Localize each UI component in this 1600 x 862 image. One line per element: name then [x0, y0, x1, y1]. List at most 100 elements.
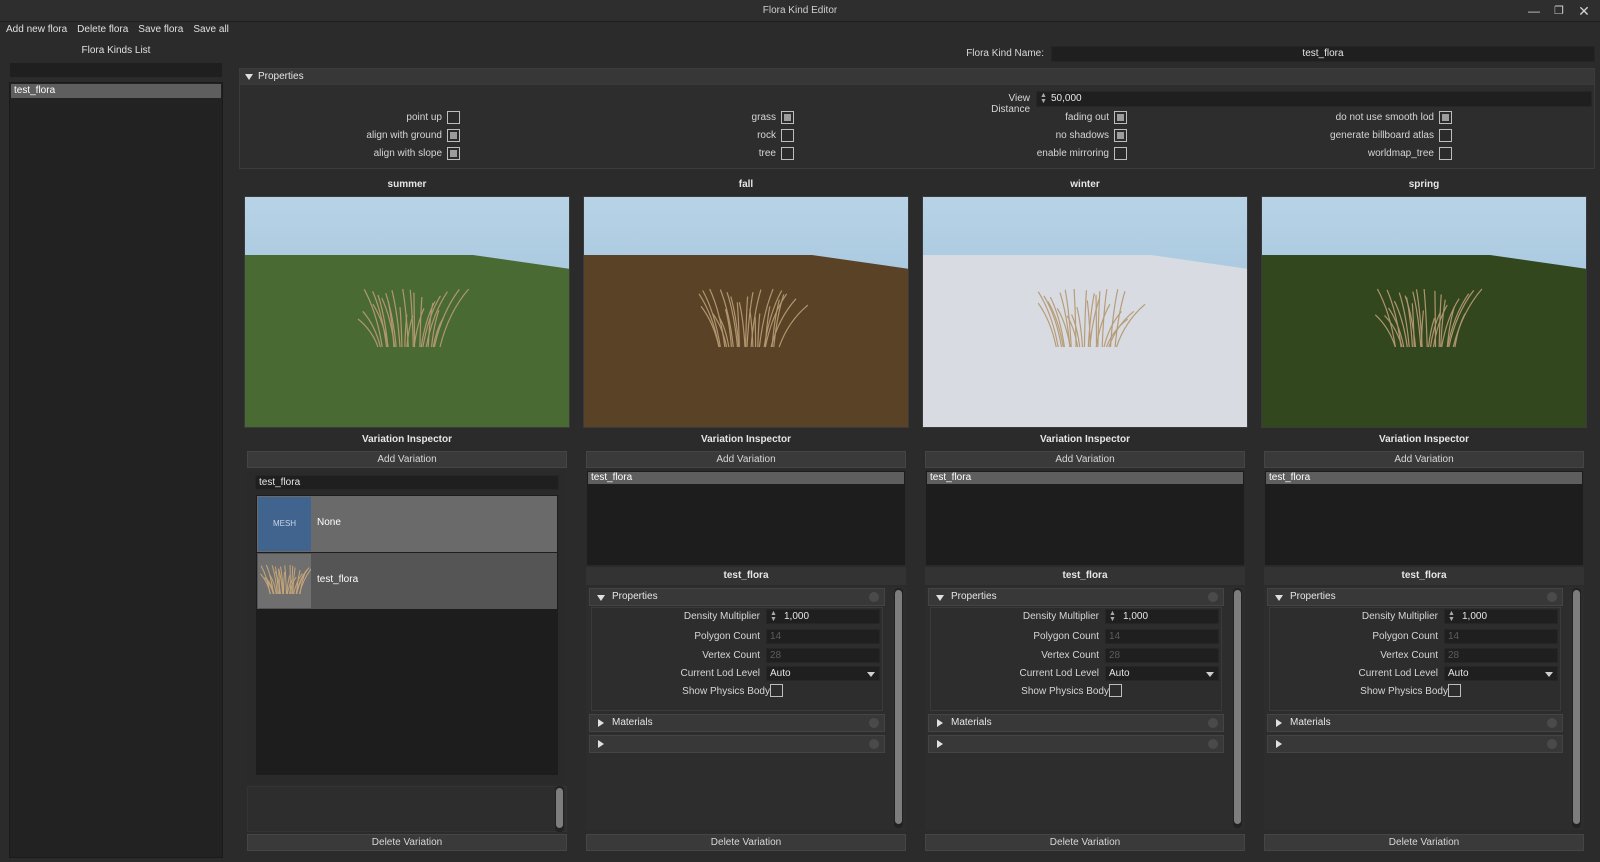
flag-checkbox[interactable] [447, 147, 460, 160]
minimize-icon[interactable]: — [1524, 2, 1544, 20]
flora-kinds-search-input[interactable] [9, 62, 223, 78]
prop-density-field[interactable]: ▲ ▼ 1,000 [766, 609, 880, 624]
materials-section-header[interactable]: Materials [589, 714, 885, 732]
prop-density-field[interactable]: ▲ ▼ 1,000 [1444, 609, 1558, 624]
season-title: spring [1408, 179, 1440, 190]
prop-label: Current Lod Level [680, 668, 761, 679]
flag-worldmap-tree[interactable]: worldmap_tree [1272, 147, 1452, 161]
prop-label: Vertex Count [702, 650, 760, 661]
prop-density-field[interactable]: ▲ ▼ 1,000 [1105, 609, 1219, 624]
prop-row-density: Density Multiplier ▲ ▼ 1,000 [931, 609, 1219, 624]
collapsed-section-header[interactable] [928, 735, 1224, 753]
flora-kind-item[interactable]: test_flora [11, 84, 221, 98]
add-variation-button[interactable]: Add Variation [1264, 451, 1584, 468]
scrollbar[interactable] [894, 588, 903, 828]
lod-level-select[interactable]: Auto [766, 666, 880, 681]
mesh-item[interactable]: MESH None [257, 496, 557, 552]
flag-checkbox[interactable] [1439, 147, 1452, 160]
variation-item[interactable]: test_flora [927, 472, 1243, 484]
flag-enable-mirroring[interactable]: enable mirroring [947, 147, 1127, 161]
flag-label: point up [406, 112, 442, 123]
variation-item[interactable]: test_flora [1266, 472, 1582, 484]
prop-row-vertex: Vertex Count 28 [1270, 648, 1558, 663]
variation-item[interactable]: test_flora [588, 472, 904, 484]
show-physics-checkbox[interactable] [1448, 684, 1461, 697]
show-physics-checkbox[interactable] [770, 684, 783, 697]
prop-row-vertex: Vertex Count 28 [931, 648, 1219, 663]
flag-align-with-slope[interactable]: align with slope [280, 147, 460, 161]
flag-grass[interactable]: grass [614, 111, 794, 125]
flag-tree[interactable]: tree [614, 147, 794, 161]
season-viewport[interactable] [583, 196, 909, 428]
variation-list: test_flora [1264, 470, 1584, 566]
flag-generate-billboard-atlas[interactable]: generate billboard atlas [1272, 129, 1452, 143]
spin-arrows-icon[interactable]: ▲ ▼ [1040, 92, 1047, 105]
flag-no-shadows[interactable]: no shadows [947, 129, 1127, 143]
flag-checkbox[interactable] [1114, 111, 1127, 124]
save-flora-button[interactable]: Save flora [138, 24, 183, 38]
mesh-item[interactable]: test_flora [257, 553, 557, 609]
save-all-button[interactable]: Save all [193, 24, 229, 38]
flag-checkbox[interactable] [1439, 129, 1452, 142]
properties-body: Density Multiplier ▲ ▼ 1,000 Polygon Count 14… [1269, 607, 1561, 711]
spin-arrows-icon[interactable]: ▲ ▼ [1448, 610, 1455, 623]
flag-align-with-ground[interactable]: align with ground [280, 129, 460, 143]
flag-checkbox[interactable] [1114, 147, 1127, 160]
properties-body: Density Multiplier ▲ ▼ 1,000 Polygon Count 14… [930, 607, 1222, 711]
season-viewport[interactable] [1261, 196, 1587, 428]
flag-checkbox[interactable] [447, 129, 460, 142]
variation-properties-header[interactable]: Properties [589, 588, 885, 606]
maximize-icon[interactable]: ❐ [1549, 2, 1569, 20]
season-title: summer [387, 179, 427, 190]
properties-header[interactable]: Properties [240, 69, 1594, 85]
flag-rock[interactable]: rock [614, 129, 794, 143]
viewport-scene [923, 197, 1247, 427]
kind-properties-panel: Properties View Distance ▲ ▼ 50,000 point… [239, 68, 1595, 169]
prop-value: 14 [770, 631, 782, 642]
flag-checkbox[interactable] [781, 129, 794, 142]
delete-flora-button[interactable]: Delete flora [77, 24, 128, 38]
flag-checkbox[interactable] [781, 147, 794, 160]
close-icon[interactable]: ✕ [1574, 2, 1594, 20]
lod-level-select[interactable]: Auto [1105, 666, 1219, 681]
kind-name-input[interactable]: test_flora [1051, 46, 1595, 62]
scrollbar[interactable] [1572, 588, 1581, 828]
properties-header-label: Properties [1290, 591, 1336, 602]
variation-properties-header[interactable]: Properties [1267, 588, 1563, 606]
flag-fading-out[interactable]: fading out [947, 111, 1127, 125]
show-physics-checkbox[interactable] [1109, 684, 1122, 697]
scrollbar[interactable] [555, 786, 564, 832]
season-viewport[interactable] [922, 196, 1248, 428]
variation-search-input[interactable]: test_flora [255, 475, 559, 490]
properties-header-label: Properties [951, 591, 997, 602]
lod-level-select[interactable]: Auto [1444, 666, 1558, 681]
collapsed-section-header[interactable] [1267, 735, 1563, 753]
flag-checkbox[interactable] [781, 111, 794, 124]
add-variation-button[interactable]: Add Variation [925, 451, 1245, 468]
flag-checkbox[interactable] [447, 111, 460, 124]
flag-do-not-use-smooth-lod[interactable]: do not use smooth lod [1272, 111, 1452, 125]
add-variation-button[interactable]: Add Variation [247, 451, 567, 468]
flag-point-up[interactable]: point up [280, 111, 460, 125]
add-new-flora-button[interactable]: Add new flora [6, 24, 67, 38]
variation-properties-panel: Properties Density Multiplier ▲ ▼ 1,000 Polyg… [1264, 587, 1584, 830]
collapsed-section-header[interactable] [589, 735, 885, 753]
delete-variation-button[interactable]: Delete Variation [1264, 834, 1584, 851]
flag-checkbox[interactable] [1439, 111, 1452, 124]
variation-properties-header[interactable]: Properties [928, 588, 1224, 606]
materials-section-header[interactable]: Materials [928, 714, 1224, 732]
add-variation-button[interactable]: Add Variation [586, 451, 906, 468]
spin-arrows-icon[interactable]: ▲ ▼ [770, 610, 777, 623]
lod-level-value: Auto [770, 668, 791, 679]
spin-arrows-icon[interactable]: ▲ ▼ [1109, 610, 1116, 623]
materials-section-header[interactable]: Materials [1267, 714, 1563, 732]
status-dot-icon [1547, 592, 1557, 602]
flag-checkbox[interactable] [1114, 129, 1127, 142]
scrollbar[interactable] [1233, 588, 1242, 828]
delete-variation-button[interactable]: Delete Variation [925, 834, 1245, 851]
season-viewport[interactable] [244, 196, 570, 428]
status-dot-icon [1208, 718, 1218, 728]
view-distance-spinbox[interactable]: ▲ ▼ 50,000 [1036, 91, 1592, 107]
delete-variation-button[interactable]: Delete Variation [247, 834, 567, 851]
delete-variation-button[interactable]: Delete Variation [586, 834, 906, 851]
